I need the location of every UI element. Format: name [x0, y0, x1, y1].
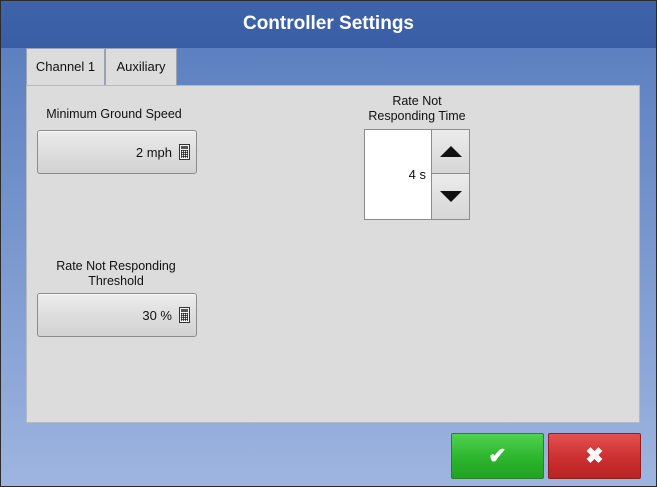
- tab-auxiliary[interactable]: Auxiliary: [105, 48, 177, 85]
- arrow-up-icon: [440, 146, 462, 157]
- rate-threshold-label-line1: Rate Not Responding: [56, 259, 176, 273]
- rate-threshold-label-line2: Threshold: [88, 274, 144, 288]
- ok-button[interactable]: ✔: [451, 433, 544, 479]
- arrow-down-icon: [440, 191, 462, 202]
- rate-threshold-button[interactable]: 30 %: [37, 293, 197, 337]
- increment-button[interactable]: [431, 130, 469, 174]
- rate-time-label-line2: Responding Time: [368, 109, 466, 123]
- tab-channel-1[interactable]: Channel 1: [26, 48, 105, 85]
- rate-time-value: 4 s: [408, 167, 426, 182]
- rate-time-value-field[interactable]: 4 s: [365, 130, 431, 219]
- min-ground-speed-value: 2 mph: [135, 145, 172, 160]
- calculator-icon: [179, 144, 190, 160]
- controller-settings-dialog: Controller Settings Channel 1 Auxiliary …: [0, 0, 657, 487]
- checkmark-icon: ✔: [488, 443, 507, 468]
- rate-threshold-value: 30 %: [142, 308, 172, 323]
- close-icon: ✖: [585, 443, 604, 468]
- rate-time-label-line1: Rate Not: [392, 94, 442, 108]
- tab-content-panel: Minimum Ground Speed 2 mph Rate Not Resp…: [26, 85, 640, 423]
- min-ground-speed-button[interactable]: 2 mph: [37, 130, 197, 174]
- rate-time-stepper: 4 s: [364, 129, 470, 220]
- dialog-title: Controller Settings: [1, 1, 656, 48]
- decrement-button[interactable]: [431, 174, 469, 219]
- min-ground-speed-label: Minimum Ground Speed: [46, 107, 182, 121]
- cancel-button[interactable]: ✖: [548, 433, 641, 479]
- calculator-icon: [179, 307, 190, 323]
